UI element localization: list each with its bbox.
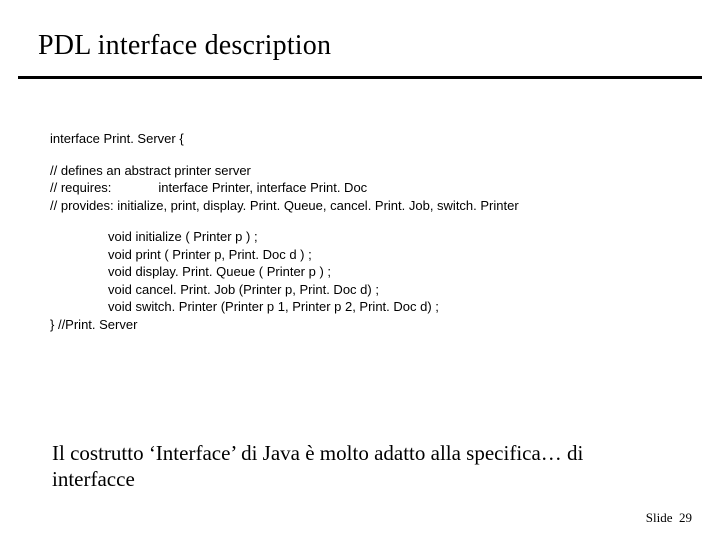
code-line: void cancel. Print. Job (Printer p, Prin… xyxy=(50,281,519,299)
code-line: interface Print. Server { xyxy=(50,130,519,148)
blank-line xyxy=(50,148,519,162)
code-line: // defines an abstract printer server xyxy=(50,162,519,180)
blank-line xyxy=(50,214,519,228)
code-line: void print ( Printer p, Print. Doc d ) ; xyxy=(50,246,519,264)
code-line: // requires: interface Printer, interfac… xyxy=(50,179,519,197)
footer-label: Slide xyxy=(646,510,673,525)
code-line: void initialize ( Printer p ) ; xyxy=(50,228,519,246)
slide-title: PDL interface description xyxy=(38,30,331,62)
comment-text: Il costrutto ‘Interface’ di Java è molto… xyxy=(52,440,660,493)
slide-footer: Slide 29 xyxy=(646,510,692,526)
code-line: } //Print. Server xyxy=(50,316,519,334)
code-line: void switch. Printer (Printer p 1, Print… xyxy=(50,298,519,316)
code-line: void display. Print. Queue ( Printer p )… xyxy=(50,263,519,281)
slide: PDL interface description interface Prin… xyxy=(0,0,720,540)
slide-number: 29 xyxy=(679,510,692,525)
title-underline xyxy=(18,76,702,79)
code-line: // provides: initialize, print, display.… xyxy=(50,197,519,215)
code-block: interface Print. Server { // defines an … xyxy=(50,130,519,333)
